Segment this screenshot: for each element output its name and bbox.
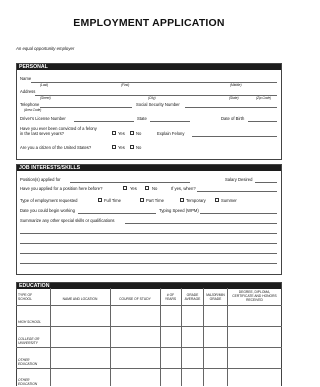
if-yes-label: If yes, when? [171, 186, 196, 191]
address-label: Address [20, 89, 36, 94]
typing-speed-field[interactable] [200, 213, 277, 214]
full-time-checkbox[interactable] [98, 198, 102, 202]
summarize-field-line-4[interactable] [20, 253, 277, 254]
part-time-checkbox[interactable] [140, 198, 144, 202]
education-row-label: COLLEGE OR UNIVERSITY [18, 337, 40, 345]
position-field[interactable] [70, 182, 190, 183]
telephone-label: Telephone [20, 102, 40, 107]
full-time-label: Full Time [104, 198, 121, 203]
citizen-no-label: No [136, 145, 142, 150]
employment-type-label: Type of employment requested [20, 198, 78, 203]
applied-yes-checkbox[interactable] [123, 186, 127, 190]
felony-no-label: No [136, 131, 142, 136]
applied-yes-label: Yes [130, 186, 137, 191]
summarize-label: Summarize any other special skills or qu… [20, 218, 115, 223]
typing-speed-label: Typing Speed (WPM) [159, 208, 199, 213]
dob-field[interactable] [248, 121, 277, 122]
education-col-type: TYPE OF SCHOOL [18, 293, 33, 301]
temporary-checkbox[interactable] [180, 198, 184, 202]
education-row-label: OTHER EDUCATION [18, 358, 38, 366]
education-row-rule [16, 368, 282, 369]
education-col-course: COURSE OF STUDY [119, 297, 151, 301]
education-header: EDUCATION [17, 283, 281, 289]
summarize-field-line-5[interactable] [20, 263, 277, 264]
education-col-rule [203, 288, 204, 386]
address-sub-state: (State) [229, 96, 239, 100]
if-yes-field[interactable] [197, 191, 277, 192]
summarize-field-line-1[interactable] [125, 223, 277, 224]
begin-working-field[interactable] [78, 213, 156, 214]
salary-label: Salary Desired [225, 177, 253, 182]
name-sub-last: (Last) [40, 83, 49, 87]
address-sub-city: (City) [148, 96, 156, 100]
personal-header: PERSONAL [17, 64, 281, 70]
summer-label: Summer [221, 198, 237, 203]
address-sub-street: (Street) [40, 96, 51, 100]
license-label: Driver's License Number [20, 116, 66, 121]
education-col-grade: GRADE AVERAGE [184, 293, 201, 301]
begin-working-label: Date you could begin working [20, 208, 75, 213]
education-col-name: NAME AND LOCATION [62, 297, 98, 301]
explain-felony-field[interactable] [192, 136, 277, 137]
citizen-yes-checkbox[interactable] [112, 145, 116, 149]
name-sub-first: (First) [121, 83, 130, 87]
education-col-rule [110, 288, 111, 386]
summarize-field-line-3[interactable] [20, 243, 277, 244]
felony-yes-checkbox[interactable] [112, 131, 116, 135]
education-row-rule [16, 326, 282, 327]
telephone-field[interactable] [40, 107, 132, 108]
license-field[interactable] [74, 121, 134, 122]
applied-before-question: Have you applied for a position here bef… [20, 186, 103, 191]
felony-yes-label: Yes [118, 131, 125, 136]
education-col-degree: DEGREE, DIPLOMA, CERTIFICATE AND HONORS … [232, 290, 277, 302]
education-header-rule [16, 305, 282, 306]
telephone-sub: (Area Code) [24, 108, 42, 112]
address-field[interactable] [35, 95, 277, 96]
salary-field[interactable] [255, 182, 277, 183]
felony-no-checkbox[interactable] [130, 131, 134, 135]
education-col-years: # OF YEARS [164, 293, 177, 301]
position-label: Position(s) applied for [20, 177, 61, 182]
state-label: State [137, 116, 147, 121]
education-col-rule [160, 288, 161, 386]
name-sub-middle: (Middle) [230, 83, 242, 87]
summarize-field-line-2[interactable] [20, 233, 277, 234]
education-row-label: HIGH SCHOOL [18, 320, 42, 324]
education-col-rule [50, 288, 51, 386]
citizen-question: Are you a citizen of the United States? [20, 145, 92, 150]
education-row-rule [16, 347, 282, 348]
education-col-major: MAJOR/MIN GRADE [206, 293, 225, 301]
citizen-yes-label: Yes [118, 145, 125, 150]
name-label: Name [20, 76, 32, 81]
ssn-label: Social Security Number [136, 102, 180, 107]
eoe-statement: An equal opportunity employer [16, 46, 75, 51]
page-title: EMPLOYMENT APPLICATION [73, 17, 225, 29]
part-time-label: Part Time [146, 198, 164, 203]
felony-question-line2: in the last seven years? [20, 131, 64, 136]
temporary-label: Temporary [186, 198, 206, 203]
applied-no-checkbox[interactable] [145, 186, 149, 190]
summer-checkbox[interactable] [215, 198, 219, 202]
address-sub-zip: (Zip Code) [256, 96, 272, 100]
education-col-rule [181, 288, 182, 386]
education-col-rule [227, 288, 228, 386]
ssn-field[interactable] [185, 107, 277, 108]
dob-label: Date of Birth [221, 116, 245, 121]
job-header: JOB INTERESTS/SKILLS [17, 165, 281, 171]
applied-no-label: No [152, 186, 158, 191]
citizen-no-checkbox[interactable] [130, 145, 134, 149]
state-field[interactable] [150, 121, 190, 122]
explain-felony-label: Explain Felony [157, 131, 185, 136]
